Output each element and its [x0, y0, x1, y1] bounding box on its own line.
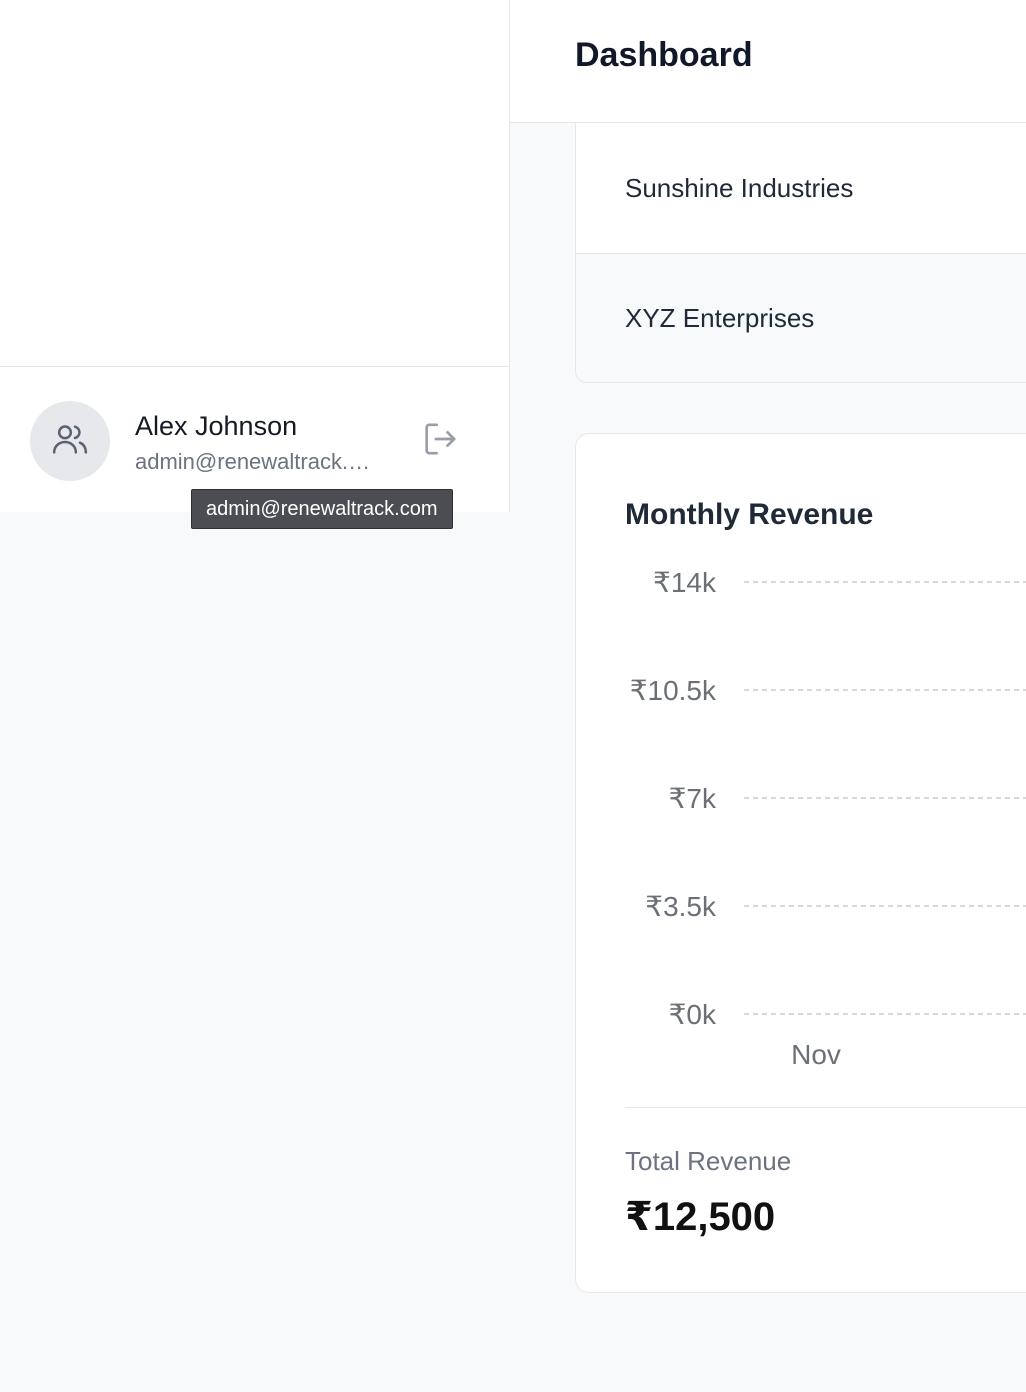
total-revenue-label: Total Revenue — [625, 1146, 792, 1176]
y-tick-label: ₹14k — [653, 567, 717, 598]
y-tick-label: ₹7k — [669, 783, 717, 814]
users-icon — [50, 419, 90, 464]
x-tick-label: Nov — [791, 1039, 841, 1070]
chart-title: Monthly Revenue — [625, 498, 874, 531]
total-revenue-value: ₹12,500 — [625, 1195, 776, 1239]
revenue-chart: ₹0k ₹3.5k ₹7k ₹10.5k ₹14k Nov — [630, 567, 1026, 1070]
list-item[interactable]: Sunshine Industries — [576, 123, 1026, 253]
logout-button[interactable] — [418, 419, 462, 463]
page-title: Dashboard — [575, 36, 753, 74]
sidebar: Alex Johnson admin@renewaltrack.com — [0, 0, 510, 512]
avatar — [30, 401, 110, 481]
y-tick-label: ₹10.5k — [630, 675, 717, 706]
user-name: Alex Johnson — [135, 411, 298, 441]
customer-list: Sunshine Industries XYZ Enterprises — [575, 123, 1026, 383]
y-tick-label: ₹3.5k — [645, 891, 717, 922]
monthly-revenue-card: ₹0k ₹3.5k ₹7k ₹10.5k ₹14k Nov Monthly Revenue… — [575, 433, 1026, 1293]
list-item[interactable]: XYZ Enterprises — [576, 253, 1026, 382]
email-tooltip: admin@renewaltrack.com — [191, 489, 453, 529]
user-email: admin@renewaltrack.com — [135, 449, 380, 474]
divider — [625, 1107, 1026, 1108]
y-tick-label: ₹0k — [669, 999, 717, 1030]
header: Dashboard — [510, 0, 1026, 123]
logout-icon — [420, 419, 460, 464]
